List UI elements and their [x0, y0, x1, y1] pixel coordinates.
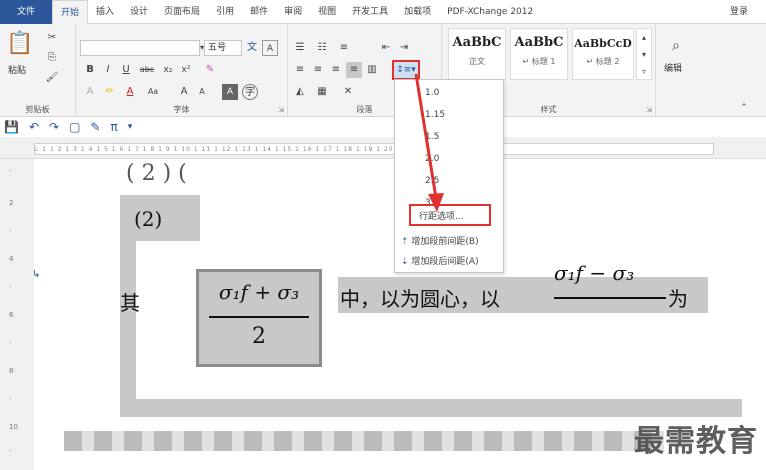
- watermark-logo: 最需教育: [634, 424, 758, 459]
- red-arrow-annotation: [414, 73, 444, 212]
